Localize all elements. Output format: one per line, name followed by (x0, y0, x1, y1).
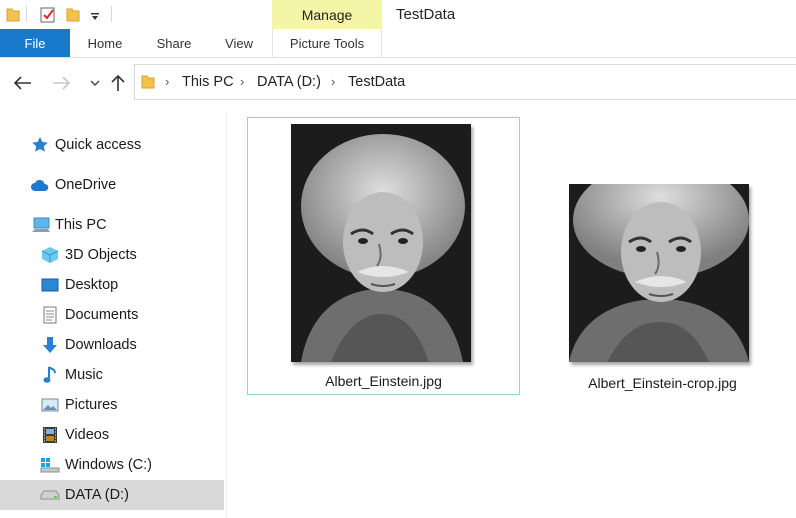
file-item[interactable]: Albert_Einstein-crop.jpg (555, 117, 770, 395)
sidebar-item-label: Music (65, 367, 103, 383)
address-bar[interactable]: › This PC › DATA (D:) › TestData (134, 64, 796, 100)
breadcrumb-chevron-icon[interactable]: › (240, 74, 244, 89)
tab-share[interactable]: Share (140, 29, 208, 57)
tab-picture-tools[interactable]: Picture Tools (272, 29, 382, 57)
sidebar-item-desktop[interactable]: Desktop (0, 270, 224, 300)
sidebar-item-this-pc[interactable]: This PC (0, 210, 224, 240)
file-item[interactable]: Albert_Einstein.jpg (247, 117, 520, 395)
sidebar-item-label: Videos (65, 427, 110, 443)
sidebar-item-onedrive[interactable]: OneDrive (0, 170, 224, 200)
customize-dropdown-icon[interactable] (90, 9, 100, 27)
up-arrow-icon (111, 74, 125, 91)
sidebar-item-downloads[interactable]: Downloads (0, 330, 224, 360)
file-name-label: Albert_Einstein.jpg (325, 373, 442, 389)
pictures-icon (40, 395, 60, 415)
file-name-label: Albert_Einstein-crop.jpg (588, 375, 737, 391)
forward-arrow-icon (53, 76, 70, 90)
breadcrumb-chevron-icon[interactable]: › (331, 74, 335, 89)
document-icon (40, 305, 60, 325)
breadcrumb-data-drive[interactable]: DATA (D:) (257, 74, 321, 90)
sidebar-item-label: Windows (C:) (65, 457, 153, 473)
sidebar-item-data-d[interactable]: DATA (D:) (0, 480, 224, 510)
window-title: TestData (396, 6, 456, 23)
back-button[interactable] (12, 72, 34, 94)
recent-locations-button[interactable] (84, 72, 106, 94)
sidebar-item-quick-access[interactable]: Quick access (0, 130, 224, 160)
sidebar-item-3d-objects[interactable]: 3D Objects (0, 240, 224, 270)
breadcrumb-this-pc[interactable]: This PC (182, 74, 234, 90)
back-arrow-icon (14, 76, 31, 90)
folder-icon (141, 73, 155, 94)
sidebar-item-label: OneDrive (55, 177, 117, 193)
sidebar-item-windows-c[interactable]: Windows (C:) (0, 450, 224, 480)
music-note-icon (40, 365, 60, 385)
manage-contextual-tab-header[interactable]: Manage (272, 0, 382, 29)
file-explorer-window: Manage TestData File Home Share View Pic… (0, 0, 796, 518)
tab-view[interactable]: View (208, 29, 270, 57)
forward-button[interactable] (50, 72, 72, 94)
sidebar-item-documents[interactable]: Documents (0, 300, 224, 330)
drive-icon (40, 485, 60, 505)
ribbon-tab-bar: File Home Share View Picture Tools (0, 29, 796, 58)
sidebar-item-label: 3D Objects (65, 247, 137, 263)
sidebar-item-label: This PC (55, 217, 107, 233)
toolbar-separator (26, 6, 27, 22)
sidebar-item-videos[interactable]: Videos (0, 420, 224, 450)
star-icon (30, 135, 50, 155)
breadcrumb-chevron-icon[interactable]: › (165, 74, 169, 89)
desktop-icon (40, 275, 60, 295)
file-list-area: Albert_Einstein.jpg Albert_Einstein-crop… (228, 110, 796, 518)
sidebar-item-label: Downloads (65, 337, 137, 353)
image-thumbnail (569, 184, 749, 362)
sidebar-item-label: Quick access (55, 137, 142, 153)
cloud-icon (30, 175, 50, 195)
toolbar-separator (111, 6, 112, 22)
sidebar-item-label: Documents (65, 307, 139, 323)
windows-drive-icon (40, 455, 60, 475)
sidebar-item-music[interactable]: Music (0, 360, 224, 390)
properties-check-icon[interactable] (40, 6, 56, 28)
breadcrumb-testdata[interactable]: TestData (348, 74, 405, 90)
tab-file[interactable]: File (0, 29, 70, 57)
navigation-pane: Quick access OneDrive This PC 3D Objects… (0, 110, 226, 518)
computer-icon (31, 215, 51, 235)
sidebar-item-label: Pictures (65, 397, 118, 413)
up-button[interactable] (107, 72, 129, 94)
sidebar-item-label: Desktop (65, 277, 119, 293)
sidebar-item-pictures[interactable]: Pictures (0, 390, 224, 420)
new-folder-icon[interactable] (66, 6, 80, 27)
download-arrow-icon (40, 335, 60, 355)
chevron-down-icon (90, 80, 100, 86)
title-bar: Manage TestData (0, 0, 796, 29)
film-icon (40, 425, 60, 445)
sidebar-item-label: DATA (D:) (65, 487, 129, 503)
cube-icon (40, 245, 60, 265)
image-thumbnail (291, 124, 471, 362)
folder-icon[interactable] (6, 6, 20, 27)
tab-home[interactable]: Home (70, 29, 140, 57)
pane-divider[interactable] (226, 110, 227, 518)
